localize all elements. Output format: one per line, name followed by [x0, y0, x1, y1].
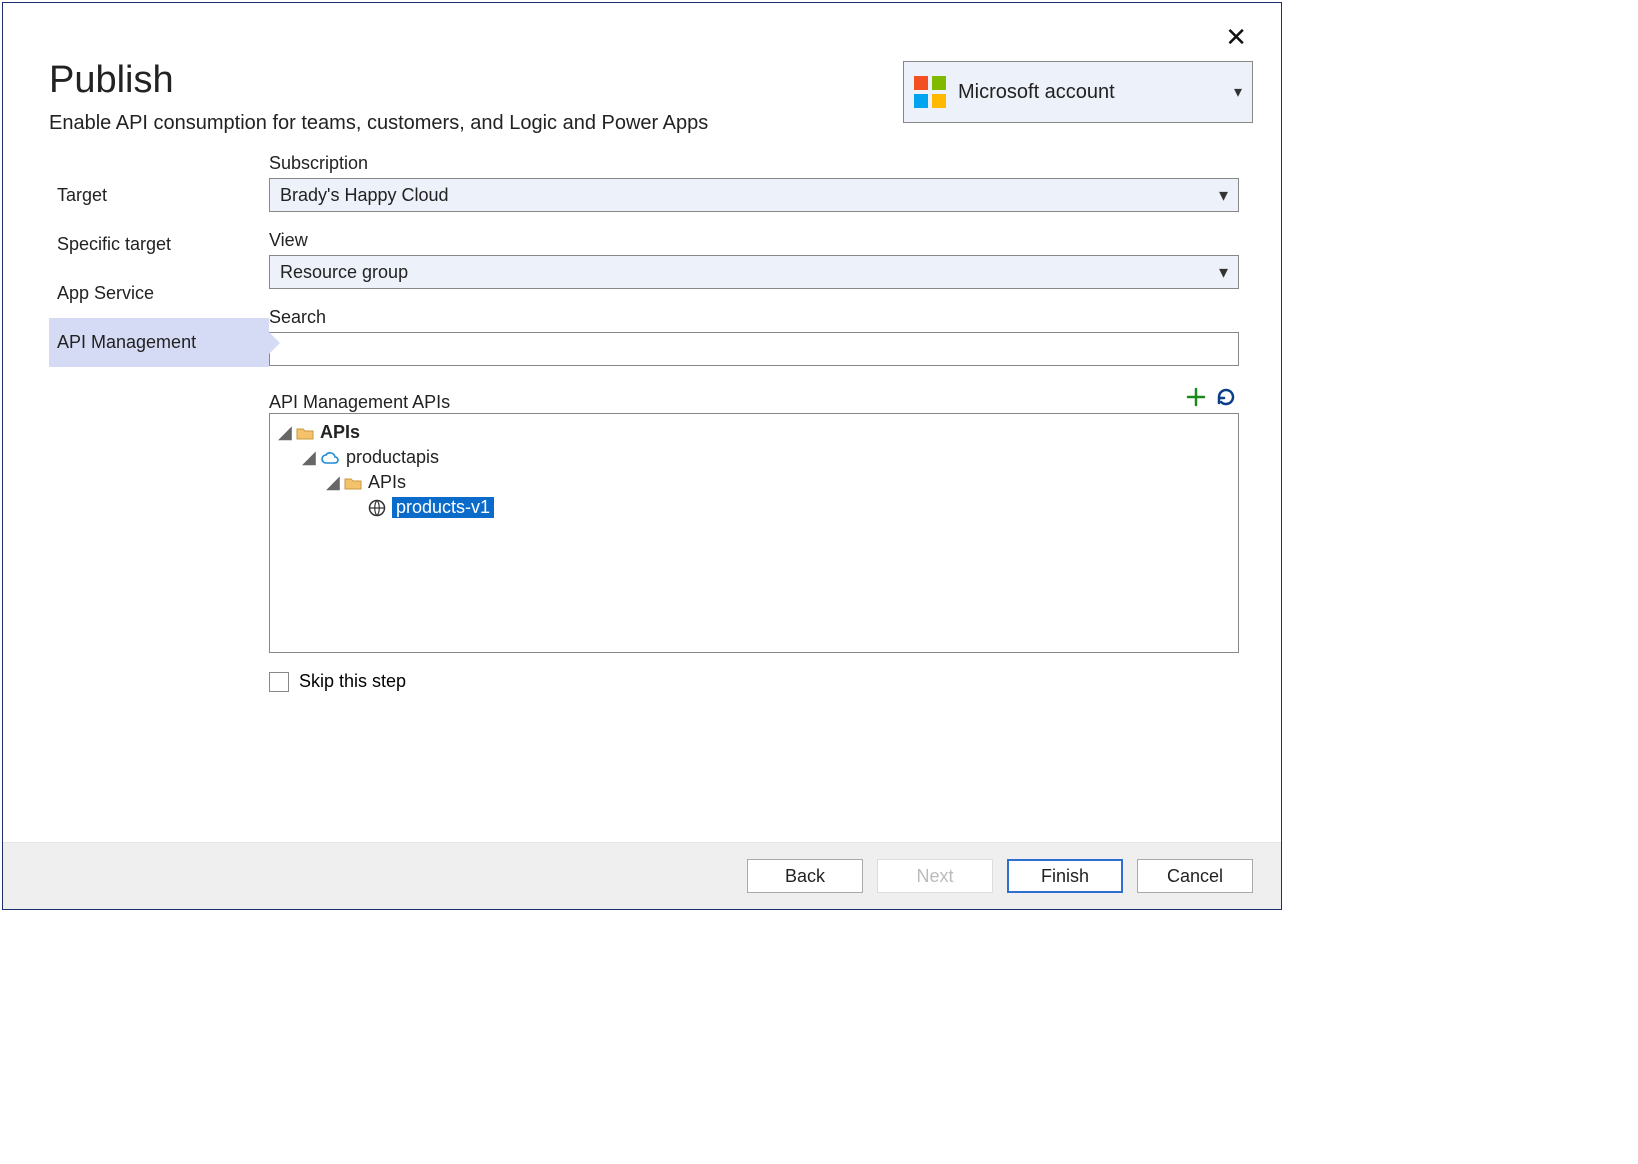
search-label: Search: [269, 307, 1239, 328]
apis-tree[interactable]: ◢ APIs ◢ productapis ◢: [269, 413, 1239, 653]
subscription-dropdown[interactable]: Brady's Happy Cloud ▾: [269, 178, 1239, 212]
folder-icon: [296, 426, 314, 440]
skip-step-checkbox[interactable]: [269, 672, 289, 692]
chevron-down-icon: ▾: [1219, 262, 1228, 283]
search-input[interactable]: [269, 332, 1239, 366]
finish-button[interactable]: Finish: [1007, 859, 1123, 893]
cloud-icon: [320, 451, 340, 465]
expand-icon[interactable]: ◢: [326, 472, 338, 493]
expand-icon[interactable]: ◢: [302, 447, 314, 468]
tree-node-group[interactable]: ◢ APIs: [278, 470, 1230, 495]
tree-node-label: products-v1: [392, 497, 494, 518]
tree-node-api[interactable]: ◢ products-v1: [278, 495, 1230, 520]
sidebar-item-api-management[interactable]: API Management: [49, 318, 269, 367]
skip-step-row: Skip this step: [269, 671, 1239, 692]
view-value: Resource group: [280, 262, 408, 283]
next-button: Next: [877, 859, 993, 893]
subscription-value: Brady's Happy Cloud: [280, 185, 449, 206]
view-label: View: [269, 230, 1239, 251]
microsoft-logo-icon: [914, 76, 946, 108]
skip-step-label: Skip this step: [299, 671, 406, 692]
tree-node-service[interactable]: ◢ productapis: [278, 445, 1230, 470]
chevron-down-icon: ▾: [1219, 185, 1228, 206]
tree-node-label: APIs: [368, 472, 406, 493]
sidebar-item-target[interactable]: Target: [49, 171, 269, 220]
dialog-footer: Back Next Finish Cancel: [3, 842, 1281, 909]
chevron-down-icon: ▾: [1234, 82, 1242, 102]
globe-icon: [368, 499, 386, 517]
refresh-icon: [1215, 396, 1237, 411]
subscription-label: Subscription: [269, 153, 1239, 174]
close-icon[interactable]: ✕: [1219, 23, 1253, 51]
wizard-steps-sidebar: Target Specific target App Service API M…: [49, 153, 269, 842]
sidebar-item-specific-target[interactable]: Specific target: [49, 220, 269, 269]
plus-icon: [1185, 396, 1207, 411]
add-api-button[interactable]: [1183, 386, 1209, 411]
account-label: Microsoft account: [958, 81, 1222, 104]
expand-icon[interactable]: ◢: [278, 422, 290, 443]
tree-node-root[interactable]: ◢ APIs: [278, 420, 1230, 445]
main-panel: Subscription Brady's Happy Cloud ▾ View …: [269, 153, 1239, 842]
cancel-button[interactable]: Cancel: [1137, 859, 1253, 893]
folder-icon: [344, 476, 362, 490]
sidebar-item-app-service[interactable]: App Service: [49, 269, 269, 318]
publish-dialog: ✕ Publish Enable API consumption for tea…: [2, 2, 1282, 910]
refresh-button[interactable]: [1213, 386, 1239, 411]
view-dropdown[interactable]: Resource group ▾: [269, 255, 1239, 289]
account-dropdown[interactable]: Microsoft account ▾: [903, 61, 1253, 123]
apis-section-label: API Management APIs: [269, 392, 450, 413]
tree-node-label: APIs: [320, 422, 360, 443]
back-button[interactable]: Back: [747, 859, 863, 893]
tree-node-label: productapis: [346, 447, 439, 468]
